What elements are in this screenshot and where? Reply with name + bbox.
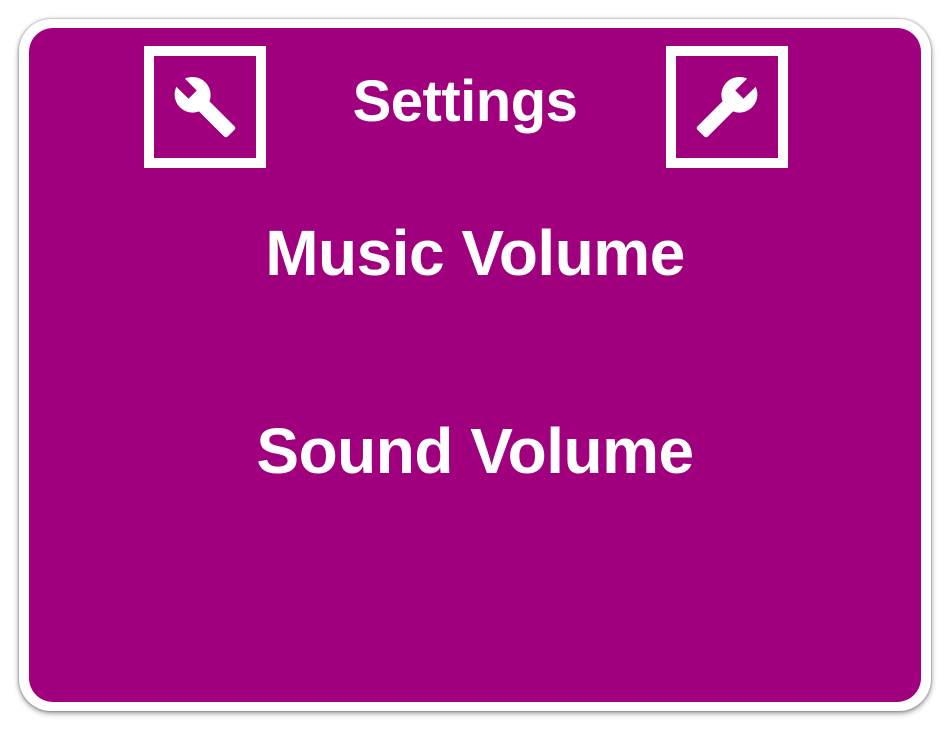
wrench-icon	[696, 77, 758, 138]
music-volume-option[interactable]: Music Volume	[0, 216, 950, 290]
page-title: Settings	[352, 69, 578, 134]
sound-volume-option[interactable]: Sound Volume	[0, 414, 950, 488]
right-wrench-button[interactable]	[666, 46, 788, 168]
